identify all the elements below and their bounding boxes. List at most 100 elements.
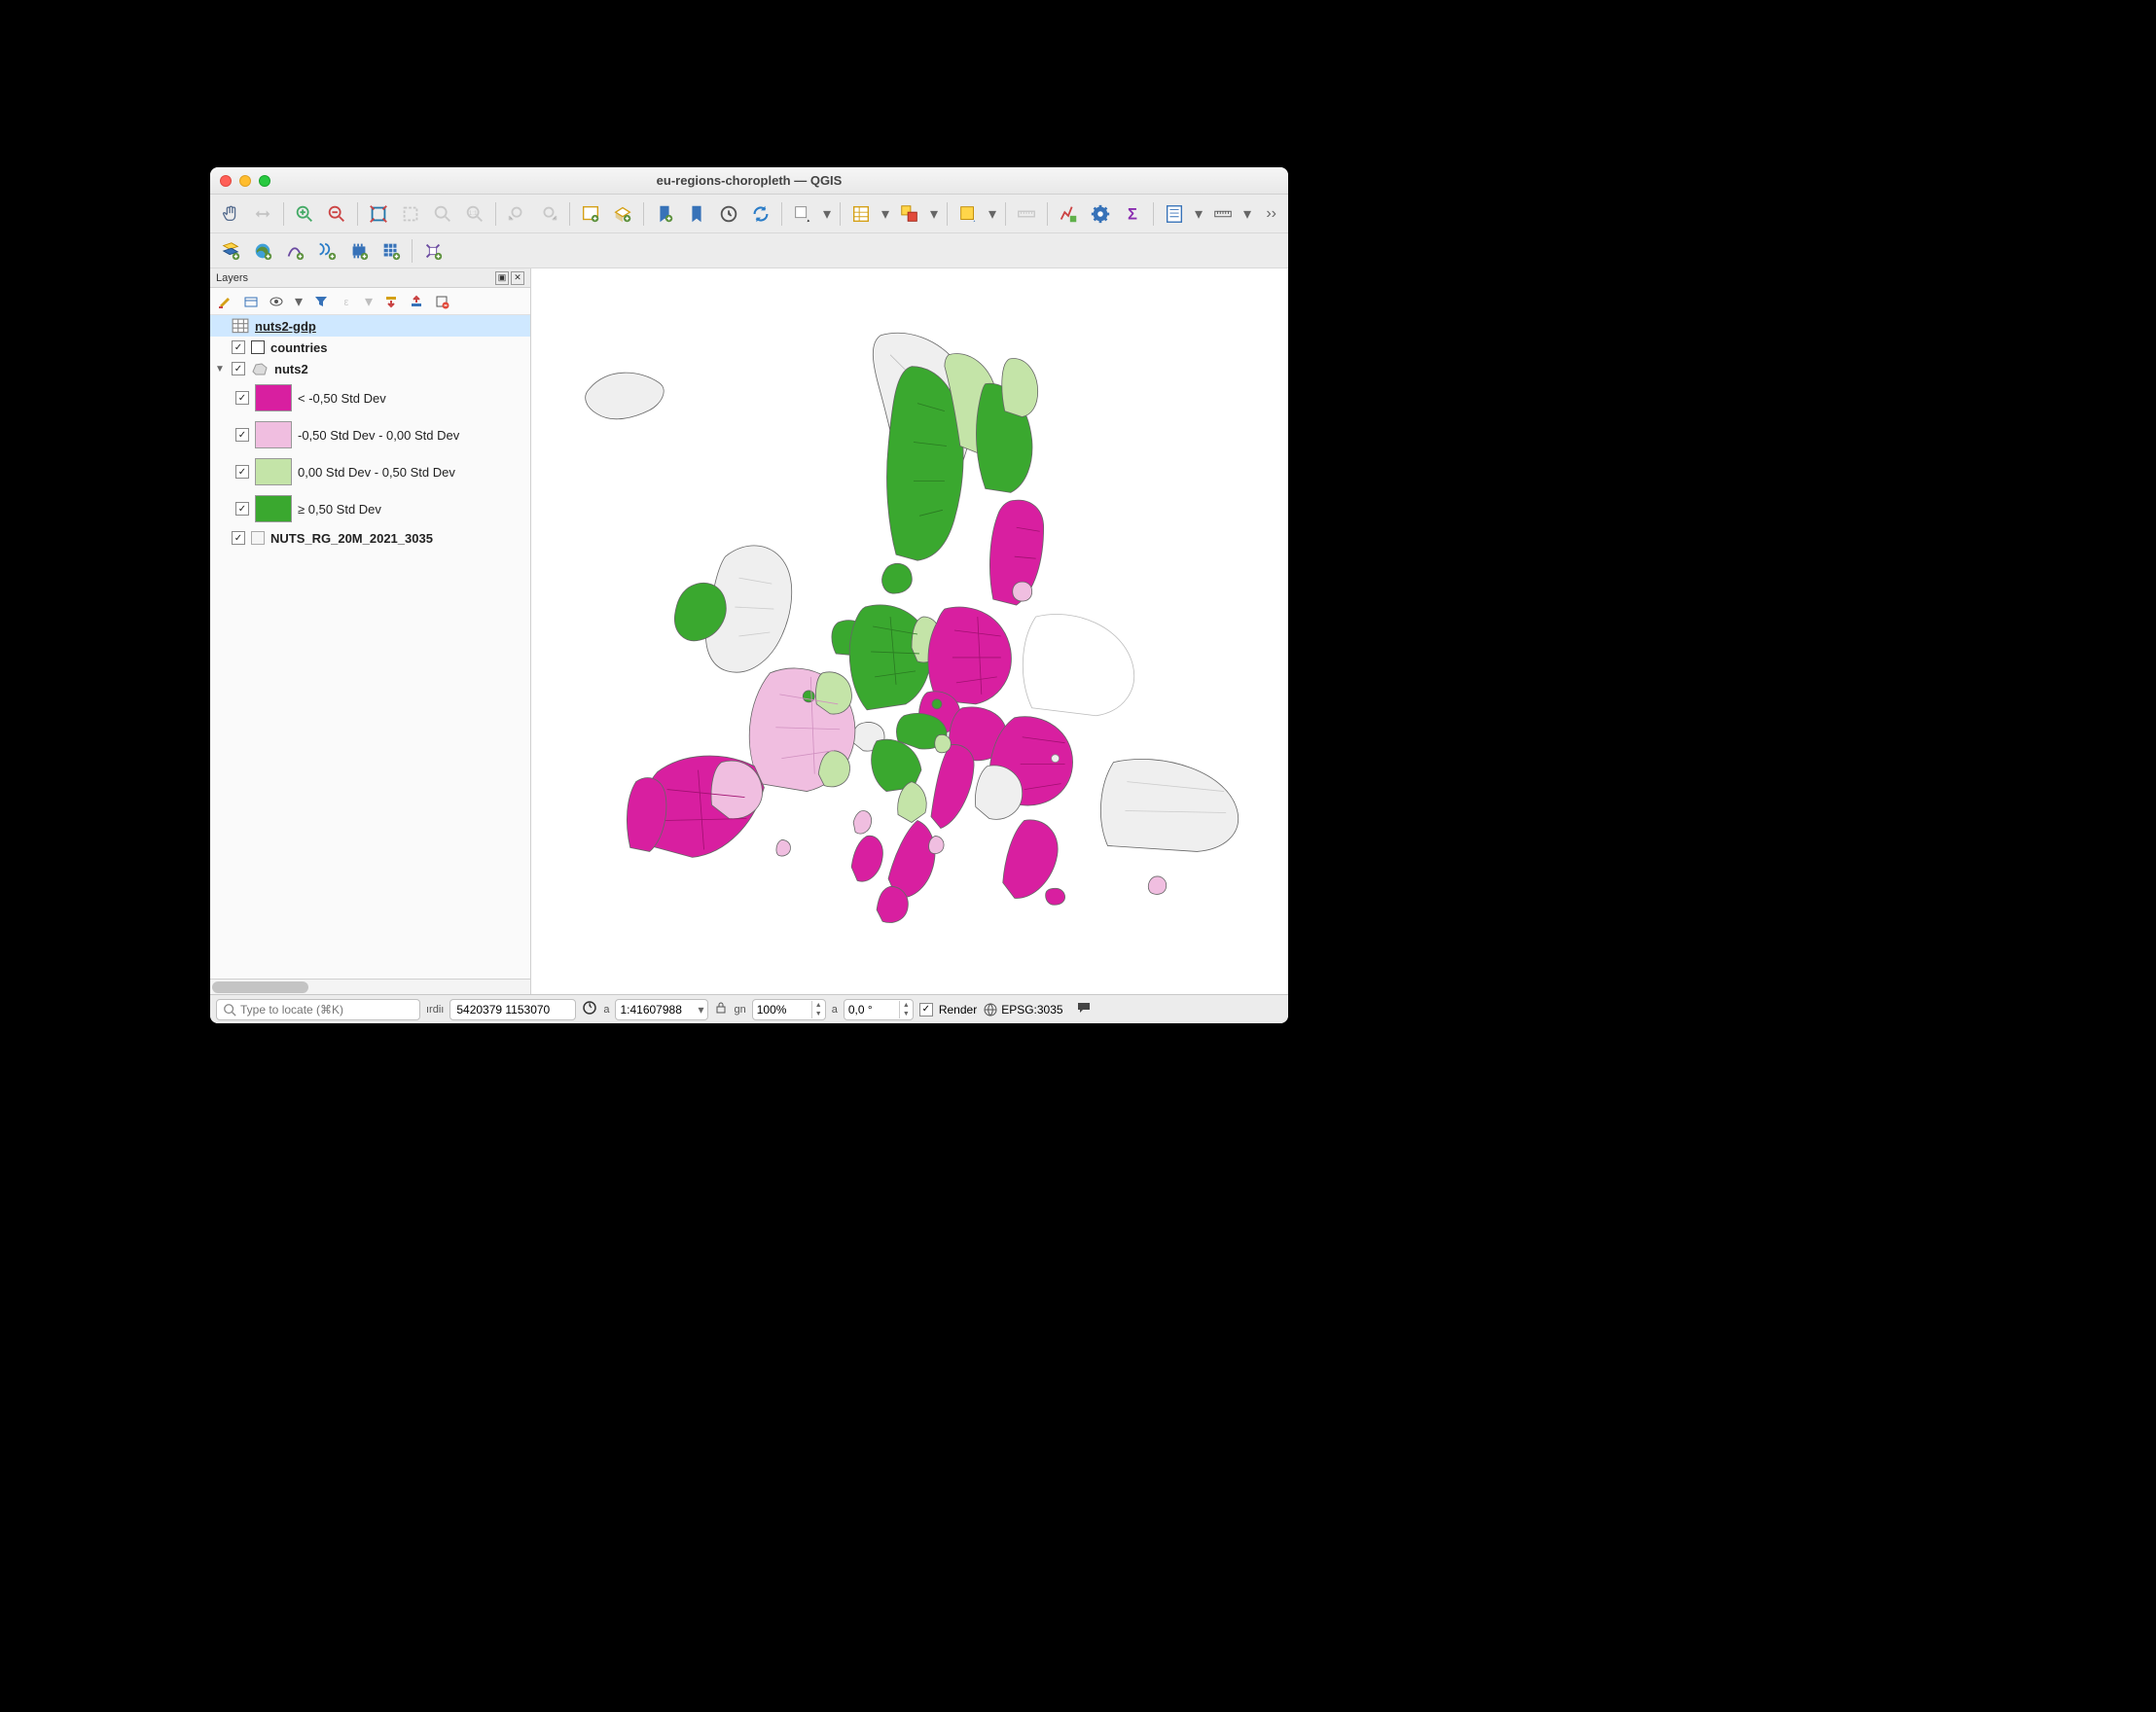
zoom-in-button[interactable]	[290, 199, 319, 229]
remove-layer-button[interactable]	[432, 292, 451, 311]
attributes-form-button[interactable]	[1160, 199, 1189, 229]
map-canvas[interactable]	[531, 268, 1288, 994]
filter-legend-button[interactable]	[311, 292, 331, 311]
identify-button[interactable]	[788, 199, 817, 229]
zoom-last-button[interactable]	[502, 199, 531, 229]
zoom-layer-button[interactable]	[428, 199, 457, 229]
zoom-native-button[interactable]: 1:1	[460, 199, 489, 229]
rotation-spin[interactable]: ▲▼	[844, 999, 914, 1020]
new-shapefile-button[interactable]	[280, 236, 309, 266]
attr-table-dropdown[interactable]: ▾	[879, 204, 892, 224]
minimize-window-button[interactable]	[239, 175, 251, 187]
measure-dropdown[interactable]: ▾	[1240, 204, 1254, 224]
magnifier-label: gn	[734, 1004, 745, 1016]
new-memory-layer-button[interactable]	[344, 236, 374, 266]
scale-combo[interactable]: ▾	[615, 999, 708, 1020]
pan-to-selection-button[interactable]	[248, 199, 277, 229]
temporal-controller-button[interactable]	[714, 199, 743, 229]
visibility-dropdown[interactable]: ▾	[292, 292, 305, 311]
select-dropdown[interactable]: ▾	[927, 204, 941, 224]
legend-item-1[interactable]: ✓ -0,50 Std Dev - 0,00 Std Dev	[210, 416, 530, 453]
collapse-all-button[interactable]	[407, 292, 426, 311]
new-map-view-button[interactable]	[576, 199, 605, 229]
new-bookmark-button[interactable]	[650, 199, 679, 229]
class-visibility-checkbox[interactable]: ✓	[235, 428, 249, 442]
main-toolbar: 1:1 ▾ ▾ ▾ ▾ Σ ▾ ▾ ››	[210, 195, 1288, 233]
layer-visibility-checkbox[interactable]: ✓	[232, 340, 245, 354]
measure-button[interactable]	[1012, 199, 1041, 229]
add-group-button[interactable]	[241, 292, 261, 311]
coordinates-input[interactable]	[449, 999, 576, 1020]
expression-filter-button[interactable]: ε	[337, 292, 356, 311]
expression-dropdown[interactable]: ▾	[362, 292, 376, 311]
layer-visibility-checkbox[interactable]: ✓	[232, 531, 245, 545]
refresh-button[interactable]	[746, 199, 775, 229]
scale-dropdown[interactable]: ▾	[694, 1003, 707, 1016]
zoom-full-button[interactable]	[364, 199, 393, 229]
layer-style-button[interactable]	[216, 292, 235, 311]
crs-button[interactable]: EPSG:3035	[983, 1002, 1062, 1017]
class-visibility-checkbox[interactable]: ✓	[235, 391, 249, 405]
zoom-window-button[interactable]	[259, 175, 270, 187]
zoom-selection-button[interactable]	[396, 199, 425, 229]
panel-float-button[interactable]: ▣	[495, 271, 509, 285]
select-features-button[interactable]	[895, 199, 924, 229]
toolbar-overflow-button[interactable]: ››	[1260, 205, 1282, 223]
coord-label: ırdiı	[426, 1004, 444, 1016]
layer-label: nuts2-gdp	[255, 319, 526, 334]
locator-bar[interactable]	[216, 999, 420, 1020]
zoom-out-button[interactable]	[322, 199, 351, 229]
zoom-next-button[interactable]	[534, 199, 563, 229]
messages-icon[interactable]	[1075, 999, 1093, 1019]
rotation-label: a	[832, 1004, 838, 1016]
show-bookmarks-button[interactable]	[682, 199, 711, 229]
layer-swatch	[251, 531, 265, 545]
layers-panel-toolbar: ▾ ε ▾	[210, 288, 530, 315]
open-attr-table-button[interactable]	[846, 199, 876, 229]
new-3d-view-button[interactable]	[608, 199, 637, 229]
coord-toggle-icon[interactable]	[582, 1000, 597, 1018]
collapse-toggle[interactable]: ▼	[214, 364, 226, 374]
attributes-dropdown[interactable]: ▾	[1192, 204, 1205, 224]
legend-swatch	[255, 384, 292, 411]
field-calculator-button[interactable]: Σ	[1118, 199, 1147, 229]
scale-input[interactable]	[616, 1003, 694, 1016]
new-mesh-layer-button[interactable]	[377, 236, 406, 266]
add-vector-layer-button[interactable]	[216, 236, 245, 266]
magnifier-spin[interactable]: ▲▼	[752, 999, 826, 1020]
layers-panel-title: Layers	[216, 272, 248, 284]
layer-visibility-checkbox[interactable]: ✓	[232, 362, 245, 375]
legend-item-3[interactable]: ✓ ≥ 0,50 Std Dev	[210, 490, 530, 527]
legend-item-0[interactable]: ✓ < -0,50 Std Dev	[210, 379, 530, 416]
rotation-input[interactable]	[844, 1003, 899, 1016]
locator-input[interactable]	[240, 1003, 413, 1016]
layer-item-nuts2-gdp[interactable]: nuts2-gdp	[210, 315, 530, 337]
add-raster-layer-button[interactable]	[248, 236, 277, 266]
class-visibility-checkbox[interactable]: ✓	[235, 502, 249, 516]
new-virtual-layer-button[interactable]	[418, 236, 448, 266]
sidebar-scrollbar[interactable]	[210, 979, 530, 994]
expand-all-button[interactable]	[381, 292, 401, 311]
pan-tool-button[interactable]	[216, 199, 245, 229]
manage-visibility-button[interactable]	[267, 292, 286, 311]
new-geopackage-button[interactable]	[312, 236, 341, 266]
toolbox-button[interactable]	[1086, 199, 1115, 229]
panel-close-button[interactable]: ✕	[511, 271, 524, 285]
deselect-button[interactable]	[953, 199, 983, 229]
legend-item-2[interactable]: ✓ 0,00 Std Dev - 0,50 Std Dev	[210, 453, 530, 490]
legend-swatch	[255, 458, 292, 485]
layer-item-nuts-bg[interactable]: ✓ NUTS_RG_20M_2021_3035	[210, 527, 530, 549]
deselect-dropdown[interactable]: ▾	[986, 204, 999, 224]
lock-icon[interactable]	[714, 1001, 728, 1017]
class-visibility-checkbox[interactable]: ✓	[235, 465, 249, 479]
magnifier-input[interactable]	[753, 1003, 811, 1016]
close-window-button[interactable]	[220, 175, 232, 187]
stats-summary-button[interactable]	[1054, 199, 1083, 229]
measure-line-button[interactable]	[1208, 199, 1238, 229]
identify-dropdown[interactable]: ▾	[820, 204, 834, 224]
layer-item-countries[interactable]: ✓ countries	[210, 337, 530, 358]
titlebar: eu-regions-choropleth — QGIS	[210, 167, 1288, 195]
legend-label: ≥ 0,50 Std Dev	[298, 502, 526, 517]
render-checkbox[interactable]: ✓	[919, 1003, 933, 1016]
layer-item-nuts2[interactable]: ▼ ✓ nuts2	[210, 358, 530, 379]
